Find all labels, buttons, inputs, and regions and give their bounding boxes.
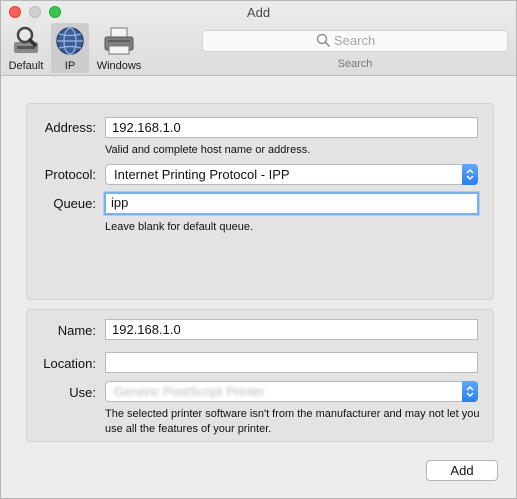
toolbar-windows-label: Windows	[96, 60, 142, 72]
name-field[interactable]: 192.168.1.0	[105, 319, 478, 340]
search-icon	[316, 33, 330, 47]
name-label: Name:	[57, 323, 96, 338]
toolbar: Add Default IP Windows Search Search	[1, 1, 516, 76]
address-note: Valid and complete host name or address.	[105, 144, 311, 156]
toolbar-ip-label: IP	[64, 60, 76, 72]
printer-icon	[104, 27, 134, 55]
protocol-value: Internet Printing Protocol - IPP	[114, 167, 290, 182]
location-field[interactable]	[105, 352, 478, 373]
printer-software-warning: The selected printer software isn't from…	[105, 408, 480, 435]
address-field[interactable]: 192.168.1.0	[105, 117, 478, 138]
add-printer-window: Add Default IP Windows Search Search Add…	[0, 0, 517, 499]
use-label: Use:	[69, 385, 96, 400]
search-caption: Search	[337, 58, 373, 70]
printer-software-value: Generic PostScript Printer	[114, 384, 265, 399]
queue-note: Leave blank for default queue.	[105, 221, 254, 233]
select-arrows-icon	[462, 381, 478, 402]
printer-software-select[interactable]: Generic PostScript Printer	[105, 381, 478, 402]
add-button[interactable]: Add	[426, 460, 498, 481]
queue-field[interactable]: ipp	[104, 192, 479, 215]
toolbar-windows-button[interactable]: Windows	[93, 23, 145, 73]
toolbar-ip-button[interactable]: IP	[51, 23, 89, 73]
toolbar-default-button[interactable]: Default	[5, 23, 47, 73]
search-placeholder: Search	[316, 33, 375, 48]
address-label: Address:	[44, 120, 96, 135]
select-arrows-icon	[462, 164, 478, 185]
window-title: Add	[246, 5, 271, 20]
queue-label: Queue:	[53, 196, 96, 211]
search-input[interactable]: Search	[202, 30, 508, 52]
toolbar-default-label: Default	[8, 60, 44, 72]
protocol-label: Protocol:	[44, 167, 96, 182]
search-placeholder-text: Search	[334, 33, 376, 48]
magnifier-printer-icon	[14, 26, 38, 53]
protocol-select[interactable]: Internet Printing Protocol - IPP	[105, 164, 478, 185]
globe-icon	[56, 27, 84, 55]
location-label: Location:	[43, 356, 96, 371]
